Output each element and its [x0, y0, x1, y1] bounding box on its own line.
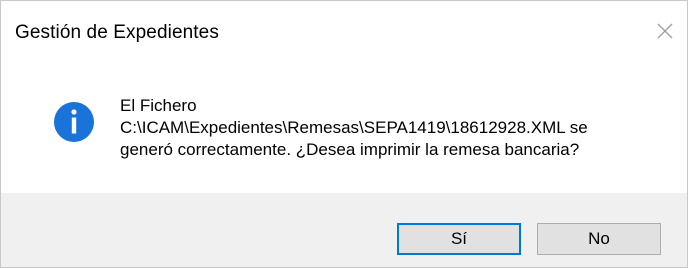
button-bar: Sí No [1, 193, 687, 267]
message-line-2: C:\ICAM\Expedientes\Remesas\SEPA1419\186… [120, 118, 588, 137]
no-button[interactable]: No [537, 223, 661, 255]
message-line-3: generó correctamente. ¿Desea imprimir la… [120, 140, 580, 159]
close-button[interactable] [649, 15, 681, 47]
message-dialog: Gestión de Expedientes El Fichero C:\ICA… [0, 0, 688, 268]
dialog-content: El Fichero C:\ICAM\Expedientes\Remesas\S… [1, 65, 687, 193]
title-bar[interactable]: Gestión de Expedientes [1, 1, 687, 65]
dialog-title: Gestión de Expedientes [15, 22, 219, 43]
yes-button[interactable]: Sí [397, 223, 521, 255]
close-icon [657, 23, 673, 39]
info-icon [53, 101, 95, 143]
message-line-1: El Fichero [120, 96, 197, 115]
dialog-message: El Fichero C:\ICAM\Expedientes\Remesas\S… [120, 95, 588, 161]
